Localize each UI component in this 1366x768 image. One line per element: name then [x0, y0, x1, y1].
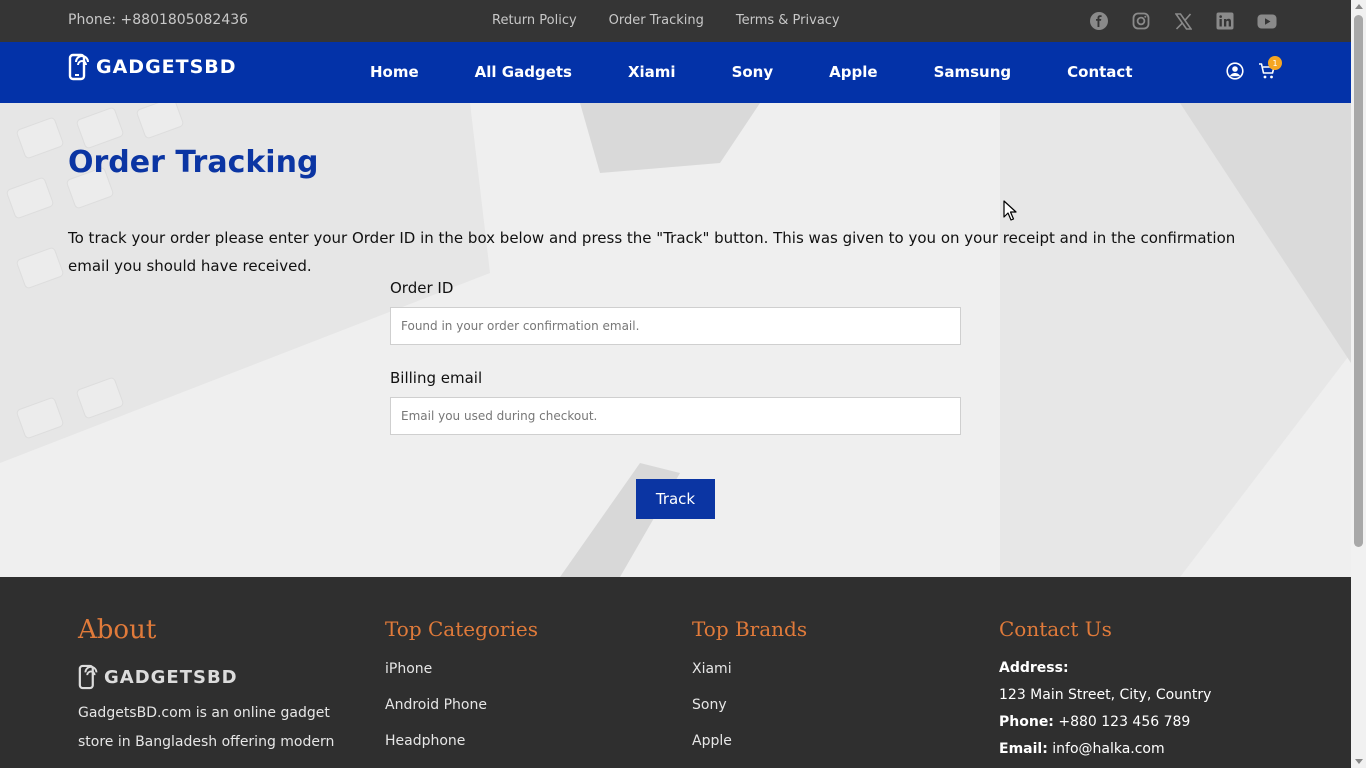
user-account-icon[interactable]	[1226, 62, 1244, 84]
facebook-icon[interactable]	[1089, 11, 1109, 31]
phone-value: +880 123 456 789	[1058, 714, 1191, 730]
phone-logo-icon	[78, 664, 98, 690]
cart-button[interactable]: 1	[1258, 56, 1282, 84]
footer-contact-heading: Contact Us	[999, 617, 1112, 641]
footer-categories-heading: Top Categories	[385, 617, 538, 641]
nav-item-sony[interactable]: Sony	[732, 63, 774, 81]
billing-email-input[interactable]	[390, 397, 961, 435]
footer-category-iphone[interactable]: iPhone	[385, 661, 538, 677]
order-tracking-link[interactable]: Order Tracking	[609, 13, 704, 28]
footer-about: About GADGETSBD GadgetsBD.com is an onli…	[78, 615, 348, 757]
email-value[interactable]: info@halka.com	[1052, 741, 1164, 757]
return-policy-link[interactable]: Return Policy	[492, 13, 577, 28]
site-logo[interactable]: GADGETSBD	[68, 53, 237, 81]
nav-item-samsung[interactable]: Samsung	[934, 63, 1012, 81]
nav-item-xiami[interactable]: Xiami	[628, 63, 676, 81]
nav-item-home[interactable]: Home	[370, 63, 419, 81]
nav-item-all-gadgets[interactable]: All Gadgets	[475, 63, 572, 81]
instagram-icon[interactable]	[1131, 11, 1151, 31]
email-label: Email:	[999, 741, 1048, 757]
footer-brands-heading: Top Brands	[692, 617, 808, 641]
nav-icons: 1	[1226, 56, 1282, 84]
tracking-form: Order ID Billing email	[390, 279, 961, 435]
footer-category-headphone[interactable]: Headphone	[385, 733, 538, 749]
footer-categories: Top Categories iPhone Android Phone Head…	[385, 617, 538, 749]
phone-logo-icon	[68, 53, 89, 81]
footer-logo[interactable]: GADGETSBD	[78, 663, 348, 691]
social-icons	[1089, 11, 1277, 31]
footer-logo-text: GADGETSBD	[104, 666, 238, 688]
scroll-up-arrow-icon[interactable]	[1355, 4, 1363, 9]
phone-label: Phone:	[999, 714, 1054, 730]
address-value: 123 Main Street, City, Country	[999, 687, 1212, 703]
logo-text: GADGETSBD	[96, 56, 237, 78]
nav-item-contact[interactable]: Contact	[1067, 63, 1132, 81]
youtube-icon[interactable]	[1257, 11, 1277, 31]
nav-item-apple[interactable]: Apple	[829, 63, 877, 81]
billing-email-label: Billing email	[390, 369, 483, 387]
footer-brand-sony[interactable]: Sony	[692, 697, 807, 713]
order-tracking-section: Order Tracking To track your order pleas…	[0, 103, 1351, 577]
footer-brand-xiami[interactable]: Xiami	[692, 661, 807, 677]
linkedin-icon[interactable]	[1215, 11, 1235, 31]
footer-about-text: GadgetsBD.com is an online gadget store …	[78, 705, 335, 750]
top-bar: Phone: +8801805082436 Return Policy Orde…	[0, 0, 1351, 42]
page-scrollbar[interactable]	[1351, 0, 1366, 768]
main-nav: GADGETSBD Home All Gadgets Xiami Sony Ap…	[0, 42, 1351, 103]
topbar-links: Return Policy Order Tracking Terms & Pri…	[492, 13, 840, 28]
tracking-instructions: To track your order please enter your Or…	[68, 229, 1236, 275]
billing-email-group: Billing email	[390, 369, 961, 435]
footer-brand-apple[interactable]: Apple	[692, 733, 807, 749]
order-id-input[interactable]	[390, 307, 961, 345]
terms-privacy-link[interactable]: Terms & Privacy	[736, 13, 840, 28]
site-footer: About GADGETSBD GadgetsBD.com is an onli…	[0, 577, 1351, 768]
scrollbar-thumb[interactable]	[1354, 15, 1363, 547]
address-label: Address:	[999, 660, 1069, 676]
topbar-phone: Phone: +8801805082436	[68, 12, 249, 28]
footer-category-android[interactable]: Android Phone	[385, 697, 538, 713]
footer-contact: Contact Us Address: 123 Main Street, Cit…	[999, 617, 1211, 763]
track-button[interactable]: Track	[636, 479, 715, 519]
footer-about-heading: About	[78, 615, 157, 645]
cart-count-badge: 1	[1268, 56, 1282, 70]
x-icon[interactable]	[1173, 11, 1193, 31]
scroll-down-arrow-icon[interactable]	[1355, 759, 1363, 764]
footer-brands: Top Brands Xiami Sony Apple	[692, 617, 807, 749]
page-title: Order Tracking	[68, 145, 319, 180]
mouse-cursor-icon	[1003, 200, 1017, 221]
nav-menu: Home All Gadgets Xiami Sony Apple Samsun…	[370, 63, 1133, 81]
order-id-label: Order ID	[390, 279, 454, 297]
